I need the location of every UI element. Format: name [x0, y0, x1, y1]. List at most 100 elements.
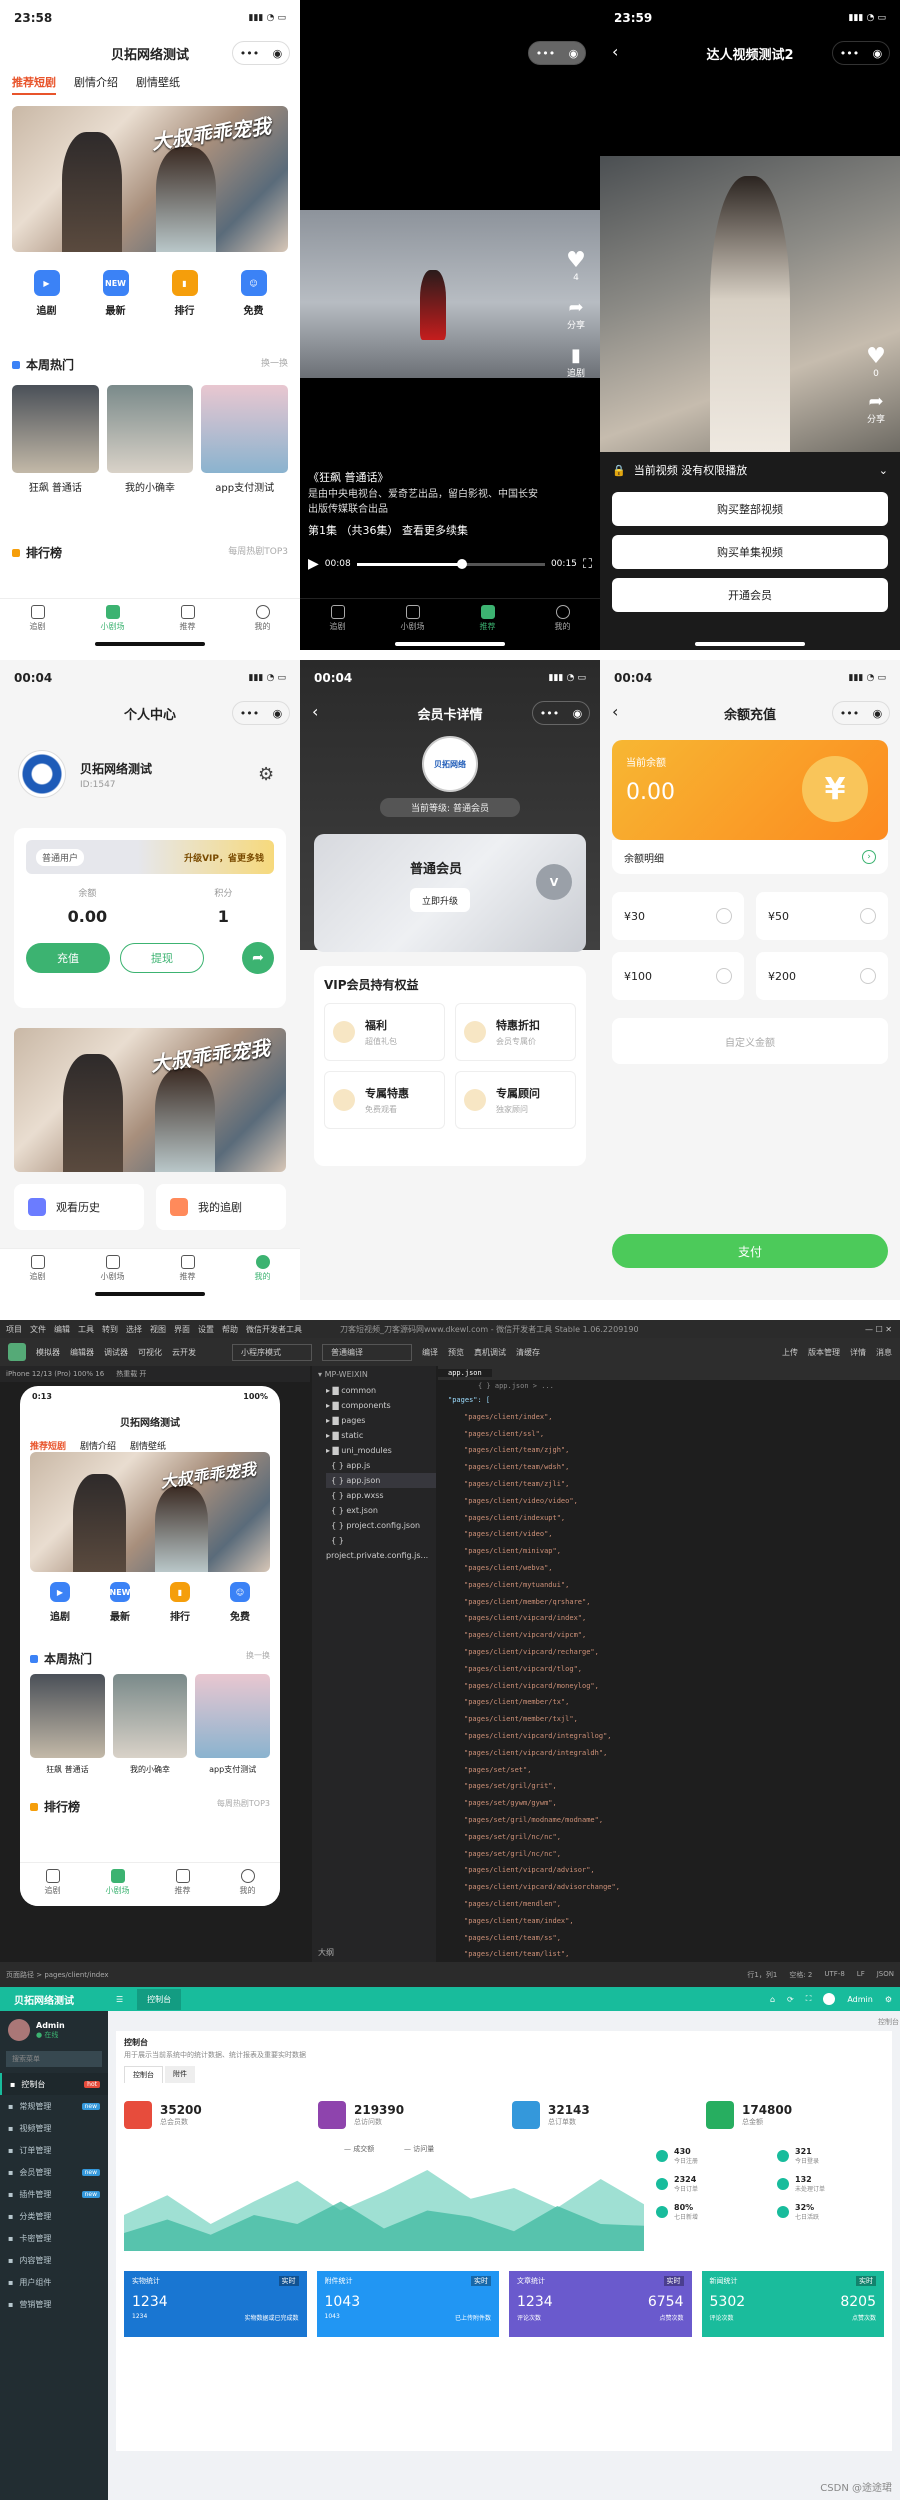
balance-detail-row[interactable]: 余额明细 › [612, 840, 888, 874]
grid-rank[interactable]: ▮ 排行 [171, 270, 198, 340]
close-target-icon[interactable]: ◉ [273, 47, 283, 60]
tree-folder[interactable]: ▸ ▇ components [326, 1398, 436, 1413]
like-icon[interactable]: ♥ [858, 344, 894, 369]
progress-slider[interactable] [356, 558, 545, 569]
recharge-button[interactable]: 充值 [26, 943, 110, 973]
tree-file[interactable]: { } project.config.json [326, 1518, 436, 1533]
tab-wallpaper[interactable]: 剧情壁纸 [136, 74, 180, 95]
menu-search[interactable]: 搜索菜单 [6, 2051, 102, 2067]
chevron-down-icon[interactable]: ⌄ [879, 464, 888, 477]
fullscreen-icon[interactable]: ⛶ [806, 1994, 812, 2004]
tabbar-follow[interactable]: 追剧 [0, 599, 75, 650]
episode-link[interactable]: 第1集 （共36集） 查看更多续集 [308, 523, 538, 540]
close-target-icon[interactable]: ◉ [273, 707, 283, 720]
close-target-icon[interactable]: ◉ [573, 707, 583, 720]
grid-follow[interactable]: ▶ 追剧 [33, 270, 60, 340]
amount-option[interactable]: ¥100 [612, 952, 744, 1000]
profile-banner[interactable]: 大叔乖乖宠我 [14, 1028, 286, 1172]
amount-option[interactable]: ¥200 [756, 952, 888, 1000]
menu-toggle-icon[interactable]: ☰ [116, 1995, 123, 2004]
editor-tab[interactable]: app.json [438, 1369, 492, 1377]
more-icon[interactable]: ••• [540, 707, 559, 720]
like-icon[interactable]: ♥ [558, 248, 594, 273]
sidebar-item[interactable]: ▪ 用户组件 [0, 2271, 108, 2293]
amount-option[interactable]: ¥30 [612, 892, 744, 940]
header-tab[interactable]: 控制台 [137, 1988, 182, 2010]
buy-episode-button[interactable]: 购买单集视频 [612, 535, 888, 569]
compile-select[interactable]: 普通编译 [322, 1343, 412, 1361]
tree-file[interactable]: { } ext.json [326, 1503, 436, 1518]
menu-capsule[interactable]: ••• ◉ [532, 701, 590, 725]
more-icon[interactable]: ••• [840, 47, 859, 60]
hot-card[interactable]: app支付测试 [201, 385, 289, 494]
benefit-item[interactable]: 特惠折扣 会员专属价 [455, 1003, 576, 1061]
close-target-icon[interactable]: ◉ [873, 47, 883, 60]
fullscreen-icon[interactable]: ⛶ [583, 557, 592, 572]
tabbar-mine[interactable]: 我的 [225, 1249, 300, 1300]
sidebar-item[interactable]: ▪ 订单管理 [0, 2139, 108, 2161]
benefit-item[interactable]: 专属特惠 免费观看 [324, 1071, 445, 1129]
menu-capsule[interactable]: ••• ◉ [832, 701, 890, 725]
video-frame[interactable] [600, 156, 900, 452]
menu-capsule[interactable]: ••• ◉ [232, 41, 290, 65]
benefit-item[interactable]: 福利 超值礼包 [324, 1003, 445, 1061]
sidebar-item[interactable]: ▪ 常规管理 new [0, 2095, 108, 2117]
sidebar-item[interactable]: ▪ 控制台 hot [0, 2073, 108, 2095]
custom-amount-input[interactable]: 自定义金额 [612, 1018, 888, 1064]
avatar[interactable] [8, 2019, 30, 2041]
hot-card[interactable]: 我的小确幸 [106, 385, 194, 494]
more-icon[interactable]: ••• [536, 47, 555, 60]
amount-option[interactable]: ¥50 [756, 892, 888, 940]
tree-folder[interactable]: ▸ ▇ uni_modules [326, 1443, 436, 1458]
benefit-item[interactable]: 专属顾问 独家顾问 [455, 1071, 576, 1129]
avatar[interactable] [18, 750, 66, 798]
window-controls[interactable]: — ☐ ✕ [865, 1325, 892, 1334]
sidebar-item[interactable]: ▪ 内容管理 [0, 2249, 108, 2271]
refresh-icon[interactable]: ⟳ [787, 1995, 794, 2004]
menu-capsule[interactable]: ••• ◉ [832, 41, 890, 65]
home-icon[interactable]: ⌂ [770, 1995, 775, 2004]
tab-recommend[interactable]: 推荐短剧 [12, 74, 56, 95]
sidebar-item[interactable]: ▪ 视频管理 [0, 2117, 108, 2139]
tabbar-follow[interactable]: 追剧 [0, 1249, 75, 1300]
sidebar-item[interactable]: ▪ 卡密管理 [0, 2227, 108, 2249]
code-editor[interactable]: app.json { } app.json > ... "pages": ["p… [438, 1366, 900, 1975]
share-arrow-button[interactable]: ➦ [242, 942, 274, 974]
tree-file[interactable]: { } app.wxss [326, 1488, 436, 1503]
share-icon[interactable]: ➦ [858, 391, 894, 412]
grid-free[interactable]: ☺ 免费 [240, 270, 267, 340]
tabbar-mine[interactable]: 我的 [225, 599, 300, 650]
banner-poster[interactable]: 大叔乖乖宠我 [12, 106, 288, 252]
open-vip-button[interactable]: 开通会员 [612, 578, 888, 612]
play-icon[interactable]: ▶ [308, 556, 319, 572]
hot-refresh[interactable]: 换一换 [261, 356, 288, 373]
tabbar-mine[interactable]: 我的 [525, 599, 600, 650]
avatar[interactable] [823, 1993, 836, 2005]
close-target-icon[interactable]: ◉ [569, 47, 579, 60]
tree-folder[interactable]: ▸ ▇ static [326, 1428, 436, 1443]
rank-more[interactable]: 每周热剧TOP3 [228, 544, 288, 561]
buy-whole-button[interactable]: 购买整部视频 [612, 492, 888, 526]
share-icon[interactable]: ➦ [558, 297, 594, 318]
menu-capsule[interactable]: ••• ◉ [232, 701, 290, 725]
tab-plot[interactable]: 剧情介绍 [74, 74, 118, 95]
menu-capsule[interactable]: ••• ◉ [528, 41, 586, 65]
tree-folder[interactable]: ▸ ▇ pages [326, 1413, 436, 1428]
sidebar-item[interactable]: ▪ 会员管理 new [0, 2161, 108, 2183]
tree-file[interactable]: { } app.json [326, 1473, 436, 1488]
toggle-simulator[interactable]: 模拟器 [36, 1347, 60, 1358]
avatar[interactable] [8, 1343, 26, 1361]
sidebar-item[interactable]: ▪ 营销管理 [0, 2293, 108, 2315]
settings-icon[interactable]: ⚙ [258, 764, 274, 785]
tabbar-follow[interactable]: 追剧 [300, 599, 375, 650]
sidebar-item[interactable]: ▪ 插件管理 new [0, 2183, 108, 2205]
sidebar-item[interactable]: ▪ 分类管理 [0, 2205, 108, 2227]
gear-icon[interactable]: ⚙ [885, 1995, 892, 2004]
pay-button[interactable]: 支付 [612, 1234, 888, 1268]
more-icon[interactable]: ••• [840, 707, 859, 720]
subtab[interactable]: 控制台 [124, 2066, 163, 2083]
hot-card[interactable]: 狂飙 普通话 [12, 385, 99, 494]
video-frame[interactable] [300, 210, 600, 378]
subtab[interactable]: 附件 [165, 2066, 195, 2083]
more-icon[interactable]: ••• [240, 47, 259, 60]
